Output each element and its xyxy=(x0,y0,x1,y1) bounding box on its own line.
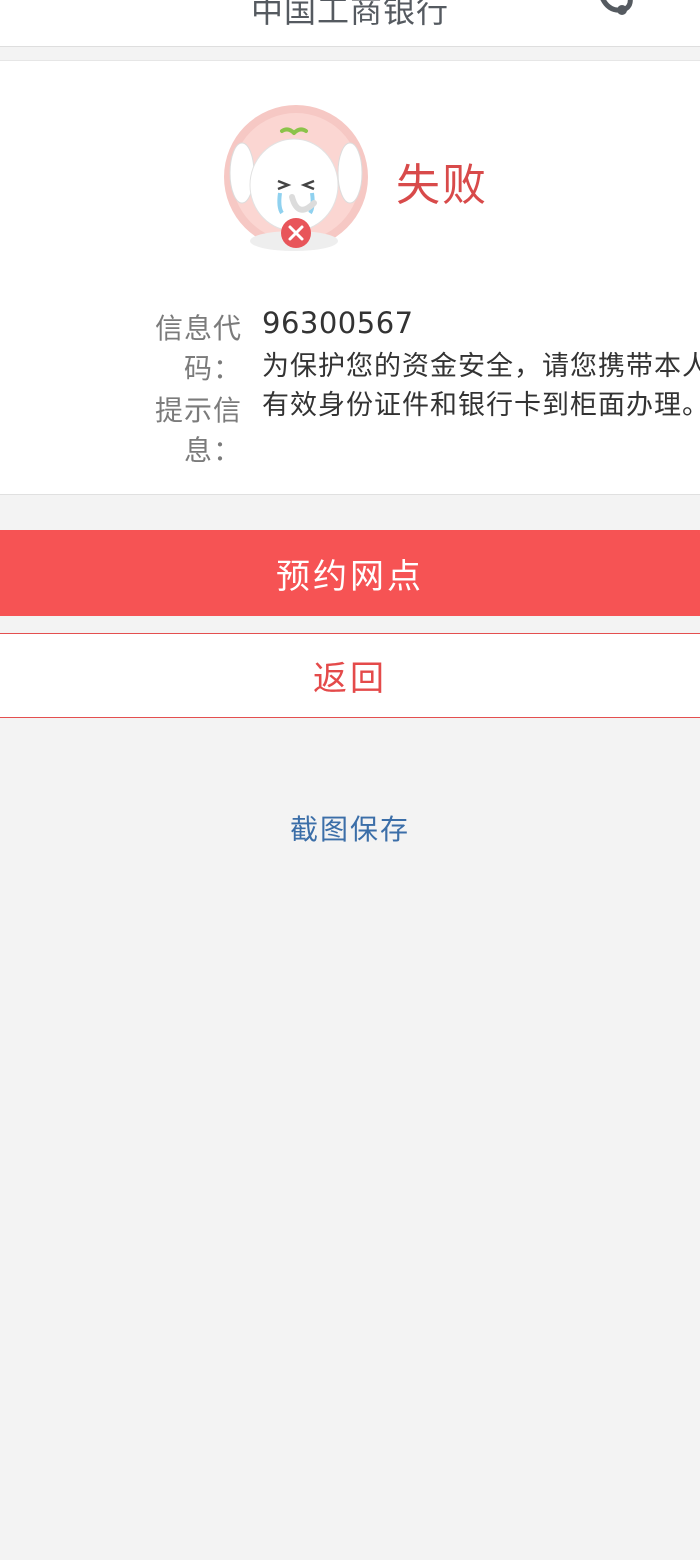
crying-elephant-mascot-icon xyxy=(224,105,368,251)
info-code-label: 信息代码： xyxy=(154,312,242,385)
result-status: 失败 xyxy=(396,160,488,211)
tip-label: 提示信息： xyxy=(154,394,242,467)
book-branch-button[interactable]: 预约网点 xyxy=(0,530,700,616)
save-screenshot-link[interactable]: 截图保存 xyxy=(0,808,700,848)
customer-service-icon[interactable] xyxy=(592,0,700,26)
tip-message: 为保护您的资金安全，请您携带本人有效身份证件和银行卡到柜面办理。 xyxy=(262,351,700,421)
back-button[interactable]: 返回 xyxy=(0,633,700,718)
app-header: 中国工商银行 xyxy=(0,0,700,47)
result-card: 失败 信息代码： 96300567 提示信息： 为保护您的资金安全，请您携带本人… xyxy=(0,60,700,495)
info-code-value: 96300567 xyxy=(262,306,414,340)
